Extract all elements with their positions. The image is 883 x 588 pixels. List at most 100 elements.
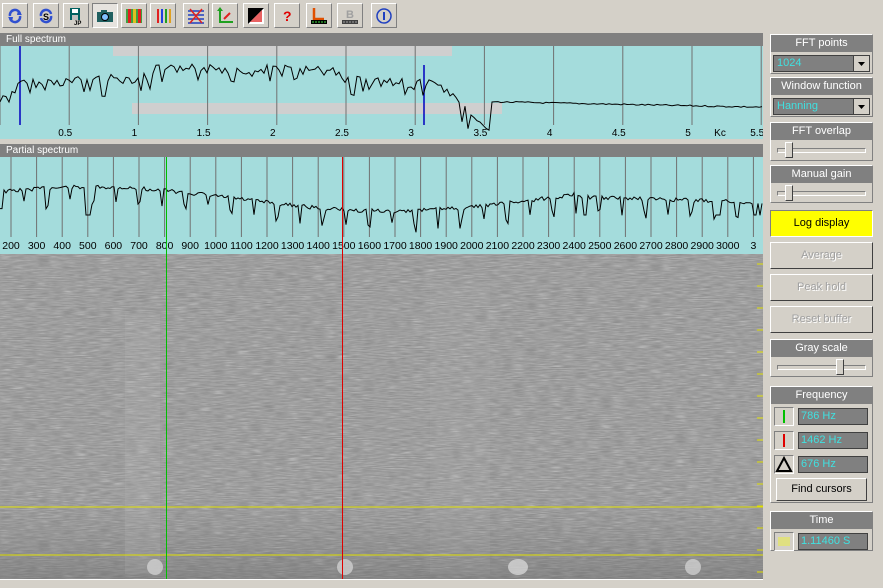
partial-axis-tick-label: 2600 [614,240,638,252]
partial-axis-tick-label: 200 [2,240,20,252]
partial-axis-tick-label: 700 [130,240,148,252]
red-frequency-cursor[interactable] [342,157,343,579]
grid-icon [188,8,204,24]
svg-text:B: B [346,9,354,21]
partial-axis-tick-label: 500 [79,240,97,252]
find-cursors-button[interactable]: Find cursors [776,478,867,501]
gray-scale-slider-thumb[interactable] [836,359,845,375]
partial-axis-tick-label: 1200 [255,240,279,252]
full-spectrum-graph: 0.5 1 1.5 2 2.5 3 3.5 4 4.5 5 5.5Kc [0,46,763,139]
window-function-group: Window function Hanning [770,77,873,117]
green-cursor-icon[interactable] [774,407,794,426]
peak-hold-label: Peak hold [797,281,846,293]
average-button[interactable]: Average [770,242,873,269]
refresh-button[interactable] [2,3,28,28]
chevron-down-icon[interactable] [853,99,869,114]
partial-axis-tick-label: 900 [181,240,199,252]
chevron-down-icon[interactable] [853,56,869,71]
spectrogram-image [0,254,763,579]
window-function-select[interactable]: Hanning [773,98,870,115]
window-function-value: Hanning [777,100,818,112]
fft-points-label: FFT points [771,35,872,52]
fft-points-select[interactable]: 1024 [773,55,870,72]
partial-axis-tick-label: 1700 [383,240,407,252]
partial-axis-tick-label: 2500 [588,240,612,252]
red-cursor-frequency: 1462 Hz [798,432,868,449]
find-cursors-label: Find cursors [791,483,852,495]
time-value: 1.11460 S [798,533,868,550]
manual-gain-slider-thumb[interactable] [784,185,793,201]
partial-axis-tick-label: 300 [28,240,46,252]
contrast-button[interactable] [243,3,269,28]
partial-axis-tick-label: 1500 [332,240,356,252]
playback-button[interactable]: B [337,3,363,28]
partial-axis-tick-label: 1900 [435,240,459,252]
axes-button[interactable] [212,3,238,28]
partial-axis-tick-label: 2200 [511,240,535,252]
color-bars-icon [126,9,142,23]
partial-axis-tick-label: 600 [105,240,123,252]
fft-overlap-slider-thumb[interactable] [784,142,793,158]
fft-overlap-label: FFT overlap [771,123,872,140]
spectrogram[interactable] [0,254,763,579]
partial-spectrum-plot[interactable]: 200 300 400 500 600 700 800 900 1000 1100 1200 1300… [0,157,763,254]
log-display-button[interactable]: Log display [770,210,873,237]
record-button[interactable] [306,3,332,28]
green-frequency-cursor[interactable] [166,157,167,579]
partial-axis-tick-label: 400 [53,240,71,252]
full-spectrum-plot[interactable]: 0.5 1 1.5 2 2.5 3 3.5 4 4.5 5 5.5 Kc [0,46,763,139]
partial-axis-tick-label: 2800 [665,240,689,252]
gray-scale-slider[interactable] [777,365,866,370]
partial-axis-tick-label: 1000 [204,240,228,252]
gray-scale-group: Gray scale [770,339,873,377]
fft-points-group: FFT points 1024 [770,34,873,74]
color-bars-button[interactable] [121,3,147,28]
step-refresh-button[interactable]: S [33,3,59,28]
partial-spectrum-graph: 200 300 400 500 600 700 800 900 1000 1100 1200 1300… [0,157,763,252]
partial-axis-tick-label: 1400 [307,240,331,252]
about-button[interactable] [371,3,397,28]
manual-gain-group: Manual gain [770,165,873,203]
floppy-disk-icon: JP [70,8,81,25]
contrast-icon [248,8,264,24]
grid-settings-button[interactable] [183,3,209,28]
log-display-label: Log display [793,217,850,229]
time-marker-icon [774,532,794,551]
fft-overlap-group: FFT overlap [770,122,873,161]
info-icon [376,8,392,24]
save-jpeg-button[interactable]: JP [63,3,89,28]
reset-buffer-button[interactable]: Reset buffer [770,306,873,333]
step-refresh-icon: S [39,8,53,24]
time-group: Time 1.11460 S [770,511,873,551]
partial-axis-tick-label: 1300 [281,240,305,252]
axes-icon [217,7,233,23]
camera-button[interactable] [92,3,118,28]
partial-axis-tick-label: 3 [750,240,756,252]
partial-axis-tick-label: 2000 [460,240,484,252]
camera-icon [97,10,113,22]
partial-axis-tick-label: 3000 [716,240,740,252]
refresh-icon [8,8,22,24]
playback-icon: B [342,9,358,24]
green-cursor-frequency: 786 Hz [798,408,868,425]
help-button[interactable]: ? [274,3,300,28]
partial-axis-tick-label: 2900 [691,240,715,252]
red-cursor-icon[interactable] [774,431,794,450]
peak-hold-button[interactable]: Peak hold [770,274,873,301]
control-panel: FFT points 1024 Window function Hanning … [765,31,883,587]
toolbar: S JP ? B [0,0,883,31]
manual-gain-label: Manual gain [771,166,872,183]
partial-axis-tick-label: 1100 [230,240,253,252]
reset-buffer-label: Reset buffer [791,313,852,325]
partial-axis-tick-label: 2100 [486,240,510,252]
partial-axis-tick-label: 1600 [358,240,382,252]
partial-axis-tick-label: 800 [156,240,174,252]
help-icon: ? [283,8,292,24]
vertical-lines-button[interactable] [150,3,176,28]
vertical-lines-icon [157,9,171,23]
partial-spectrum-title: Partial spectrum [0,144,763,157]
partial-axis-tick-label: 2300 [537,240,561,252]
fft-points-value: 1024 [777,57,802,69]
full-spectrum-title: Full spectrum [0,33,763,46]
frequency-label: Frequency [771,387,872,404]
